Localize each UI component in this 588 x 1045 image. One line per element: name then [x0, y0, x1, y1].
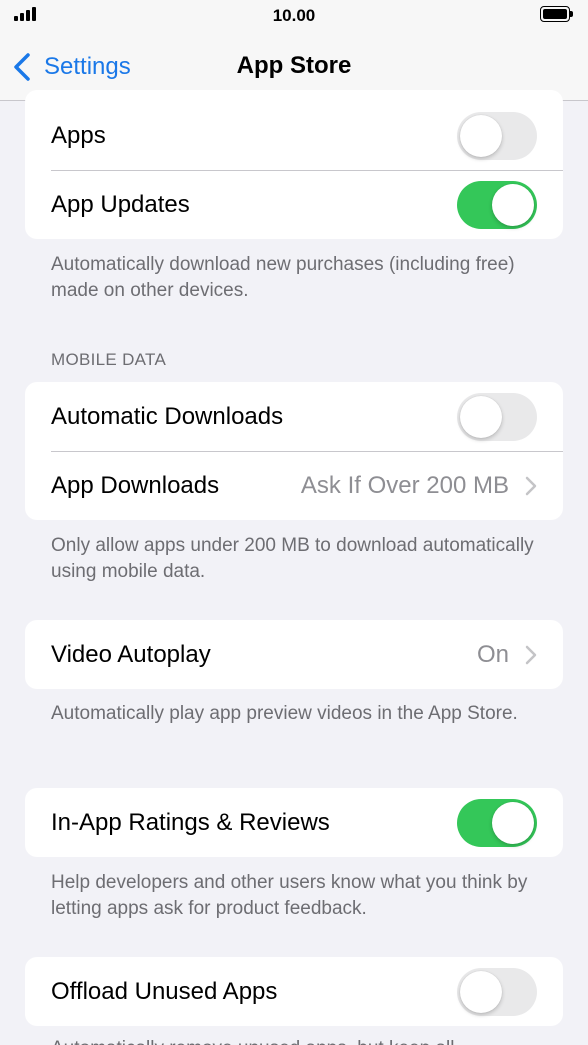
mobile-data-group: Automatic Downloads App Downloads Ask If…: [25, 382, 563, 520]
automatic-downloads-group: Apps App Updates: [25, 90, 563, 239]
automatic-downloads-label: Automatic Downloads: [51, 402, 284, 430]
automatic-downloads-footer: Automatically download new purchases (in…: [51, 254, 515, 301]
automatic-downloads-row[interactable]: Automatic Downloads: [25, 382, 563, 451]
app-downloads-value: Ask If Over 200 MB: [300, 471, 509, 499]
mobile-data-header: MOBILE DATA: [51, 350, 167, 369]
video-autoplay-row[interactable]: Video Autoplay On: [25, 620, 563, 689]
status-bar: 10.00: [0, 0, 588, 34]
ratings-footer: Help developers and other users know wha…: [51, 872, 528, 919]
video-autoplay-value: On: [476, 640, 509, 668]
video-autoplay-footer: Automatically play app preview videos in…: [51, 703, 518, 724]
apps-toggle[interactable]: [457, 111, 537, 160]
apps-row[interactable]: Apps: [25, 90, 563, 170]
app-downloads-label: App Downloads: [51, 471, 220, 499]
offload-row[interactable]: Offload Unused Apps: [25, 957, 563, 1026]
offload-label: Offload Unused Apps: [51, 977, 278, 1005]
app-downloads-row[interactable]: App Downloads Ask If Over 200 MB: [25, 451, 563, 520]
chevron-right-icon: [525, 476, 537, 495]
page-title: App Store: [236, 52, 352, 79]
chevron-right-icon: [525, 645, 537, 664]
ratings-group: In-App Ratings & Reviews: [25, 788, 563, 857]
ratings-row[interactable]: In-App Ratings & Reviews: [25, 788, 563, 857]
app-updates-toggle[interactable]: [457, 180, 537, 229]
battery-icon: [540, 6, 573, 22]
ratings-toggle[interactable]: [457, 798, 537, 847]
ratings-label: In-App Ratings & Reviews: [51, 808, 330, 836]
apps-label: Apps: [51, 121, 106, 149]
automatic-downloads-toggle[interactable]: [457, 392, 537, 441]
mobile-data-footer: Only allow apps under 200 MB to download…: [51, 535, 534, 582]
video-autoplay-label: Video Autoplay: [51, 640, 211, 668]
app-updates-row[interactable]: App Updates: [25, 170, 563, 239]
offload-footer: Automatically remove unused apps, but ke…: [51, 1036, 541, 1045]
video-autoplay-group: Video Autoplay On: [25, 620, 563, 689]
offload-toggle[interactable]: [457, 967, 537, 1016]
offload-group: Offload Unused Apps: [25, 957, 563, 1026]
status-time: 10.00: [272, 6, 316, 25]
app-updates-label: App Updates: [51, 190, 190, 218]
screen: 10.00 Settings App Store Apps App Update…: [0, 0, 588, 1045]
